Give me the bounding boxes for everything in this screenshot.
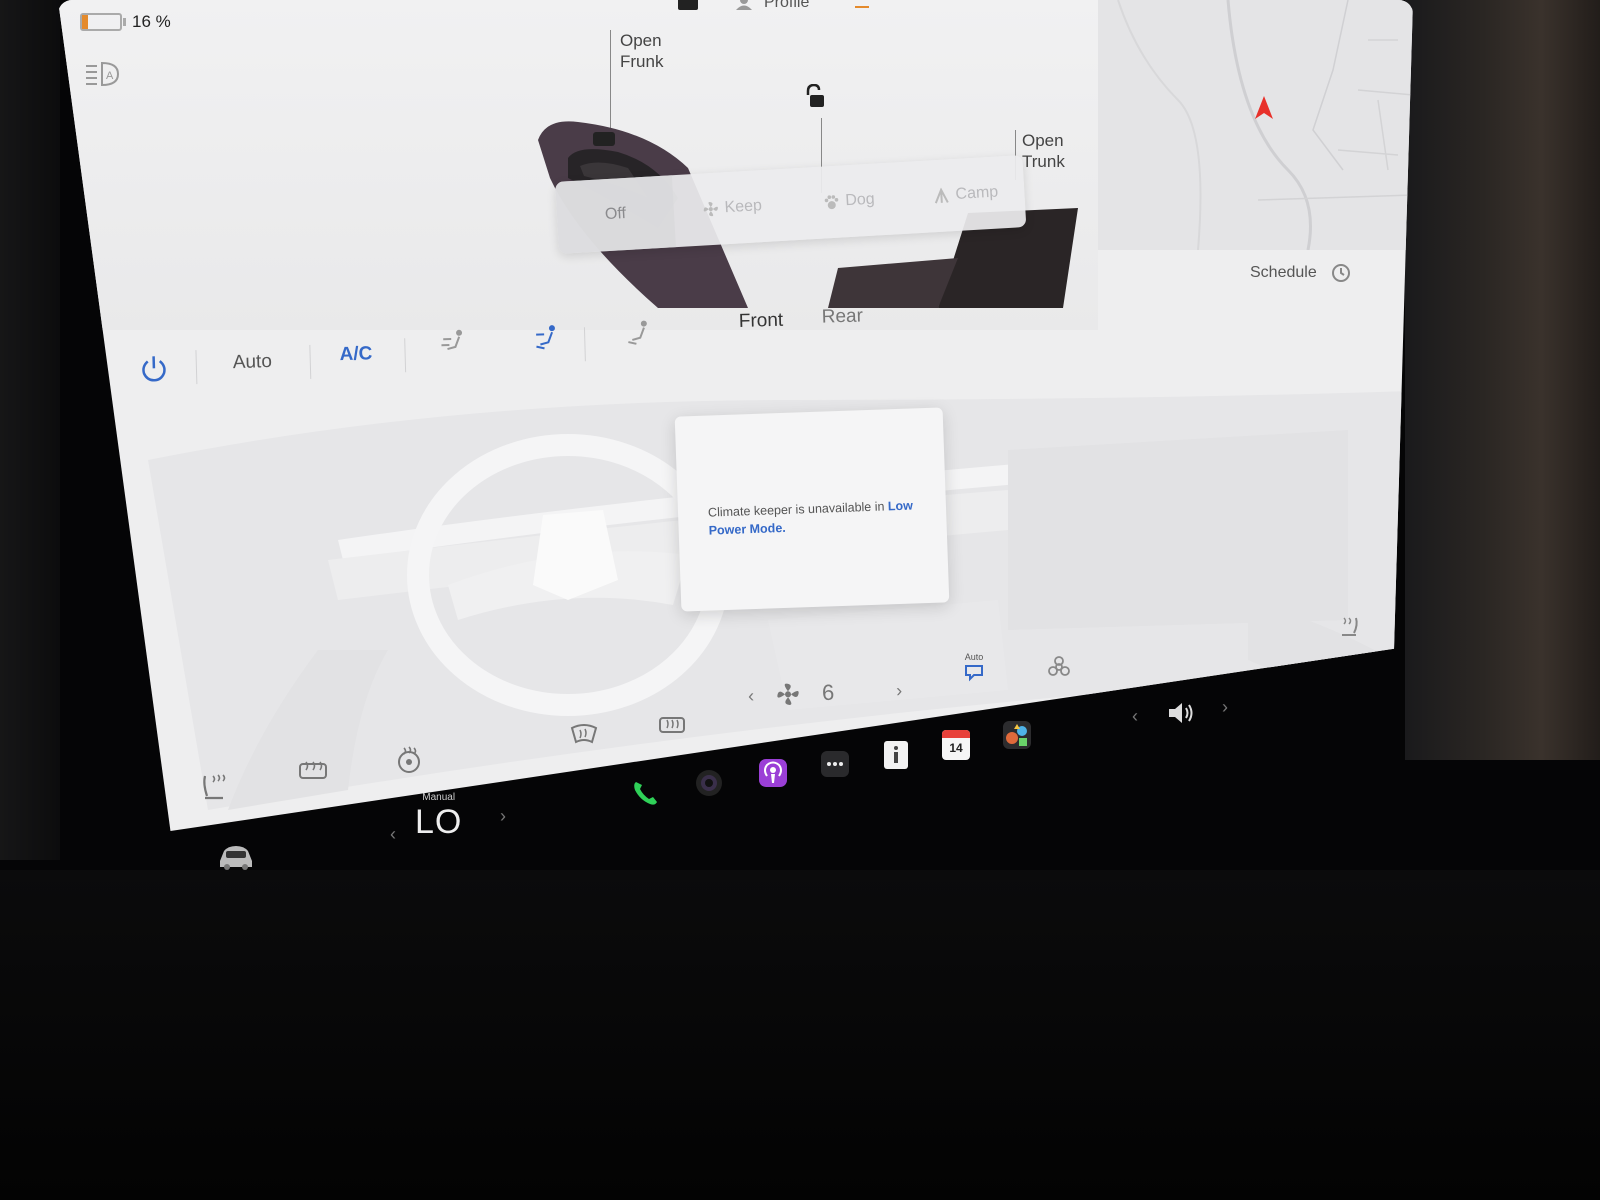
steering-wheel-heater-icon[interactable]	[396, 746, 422, 774]
mode-keep-button[interactable]: Keep	[672, 169, 793, 248]
svg-text:A: A	[106, 70, 114, 82]
fan-icon	[703, 202, 718, 217]
airflow-face-icon[interactable]	[441, 329, 466, 358]
fan-icon	[777, 683, 799, 705]
more-icon[interactable]	[820, 750, 850, 778]
navigation-arrow-icon	[1255, 96, 1273, 119]
navigation-map[interactable]	[1098, 0, 1413, 250]
rear-window-defrost-icon[interactable]	[658, 712, 686, 736]
unlock-icon[interactable]	[803, 84, 827, 110]
podcasts-icon[interactable]	[758, 758, 788, 788]
games-icon[interactable]	[1002, 720, 1032, 750]
climate-keeper-unavailable-dialog: Climate keeper is unavailable in Low Pow…	[674, 407, 950, 612]
front-defrost-icon[interactable]	[570, 722, 598, 746]
bioweapon-defense-icon[interactable]	[1048, 656, 1070, 678]
phone-icon[interactable]	[630, 778, 660, 808]
open-frunk-button[interactable]: Open Frunk	[620, 30, 663, 72]
profile-label[interactable]: Profile	[764, 0, 809, 12]
battery-status: 16 %	[80, 12, 171, 32]
car-icon[interactable]	[216, 843, 256, 871]
tent-icon	[935, 187, 949, 204]
map-roads	[1117, 0, 1413, 250]
auto-headlights-icon[interactable]: A	[82, 58, 122, 88]
mode-dog-button[interactable]: Dog	[789, 162, 910, 241]
profile-icon	[736, 0, 752, 10]
temperature-value: LO	[415, 803, 463, 841]
tab-rear[interactable]: Rear	[821, 305, 863, 328]
touchscreen: 16 % A Profile Open Frunk Open Trunk Off…	[58, 0, 1413, 832]
dialog-message: Climate keeper is unavailable in	[707, 499, 885, 520]
tab-front[interactable]: Front	[739, 310, 784, 333]
seat-heater-icon[interactable]	[201, 772, 231, 800]
temperature-increase-button[interactable]: ›	[500, 806, 506, 827]
temperature-decrease-button[interactable]: ‹	[390, 824, 396, 845]
temperature-control: Manual LO	[415, 792, 462, 842]
temperature-mode-label: Manual	[422, 792, 456, 803]
recirculation-button[interactable]: Auto	[963, 652, 985, 687]
calendar-day: 14	[949, 741, 963, 755]
paw-icon	[824, 195, 839, 210]
recirculate-icon	[965, 665, 983, 682]
dashboard-lower	[0, 870, 1600, 1200]
lock-status-icon[interactable]	[678, 0, 698, 10]
camera-icon[interactable]	[694, 768, 724, 798]
passenger-seat-heater-icon[interactable]	[1338, 615, 1360, 637]
ac-button[interactable]: A/C	[339, 343, 372, 366]
fan-speed-value: 6	[821, 679, 835, 706]
car-interior-right	[1405, 0, 1600, 760]
screen-bezel-left	[0, 0, 60, 860]
fan-increase-button[interactable]: ›	[896, 680, 903, 701]
download-icon[interactable]	[855, 0, 869, 8]
mode-camp-button[interactable]: Camp	[905, 155, 1026, 234]
fan-speed-control: ‹ 6 ›	[748, 677, 903, 708]
mode-off-button[interactable]: Off	[555, 175, 676, 254]
airflow-face-feet-icon[interactable]	[534, 324, 559, 353]
rear-defrost-icon[interactable]	[298, 760, 328, 784]
volume-icon[interactable]	[1166, 700, 1196, 726]
calendar-icon[interactable]: 14	[942, 730, 970, 760]
battery-icon	[80, 13, 122, 31]
airflow-feet-icon[interactable]	[626, 319, 651, 348]
fan-decrease-button[interactable]: ‹	[748, 685, 755, 706]
volume-increase-button[interactable]: ›	[1222, 697, 1228, 718]
battery-percent: 16 %	[132, 12, 171, 31]
volume-decrease-button[interactable]: ‹	[1132, 706, 1138, 727]
manual-icon[interactable]	[882, 740, 910, 770]
